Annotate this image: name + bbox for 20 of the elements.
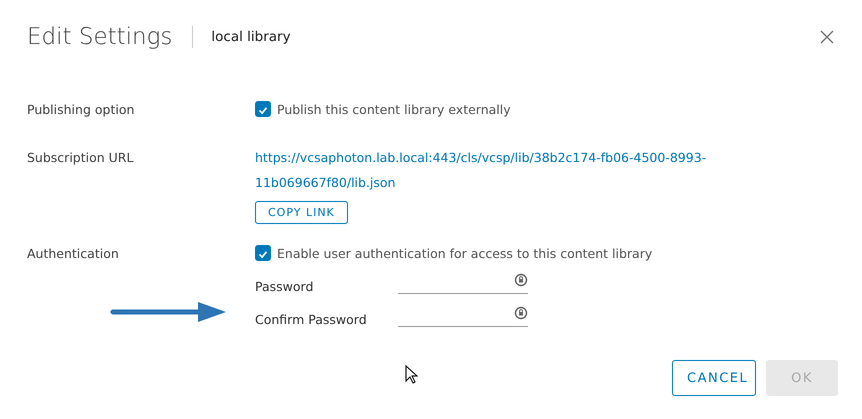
input-field[interactable] xyxy=(398,306,528,327)
url-link[interactable]: https://vcsaphoton.lab.local:443/cls/vcsp/lib/38b2c174-fb06-4500-8993- xyxy=(255,145,862,170)
field-label: Confirm Password xyxy=(255,312,368,327)
checkbox-label: Enable user authentication for access to this content library xyxy=(277,246,652,260)
copy-link-button[interactable]: COPY LINK xyxy=(255,201,348,224)
url-link[interactable]: 11b069667f80/lib.json xyxy=(255,170,862,195)
checkbox-label: Publish this content library externally xyxy=(277,102,511,116)
close-icon[interactable] xyxy=(820,30,834,44)
dialog-subtitle: local library xyxy=(211,29,291,45)
field-label: Password xyxy=(255,279,314,294)
checkbox[interactable] xyxy=(255,101,271,117)
cancel-button[interactable]: CANCEL xyxy=(672,360,756,396)
checkbox[interactable] xyxy=(255,245,271,261)
field-label: Subscription URL xyxy=(27,149,134,167)
field-label: Authentication xyxy=(27,245,119,263)
cursor-icon xyxy=(405,365,418,385)
dialog-title: Edit Settings xyxy=(27,24,172,50)
input-field[interactable] xyxy=(398,273,528,294)
arrow-icon xyxy=(110,299,228,325)
field-label: Publishing option xyxy=(27,101,134,119)
